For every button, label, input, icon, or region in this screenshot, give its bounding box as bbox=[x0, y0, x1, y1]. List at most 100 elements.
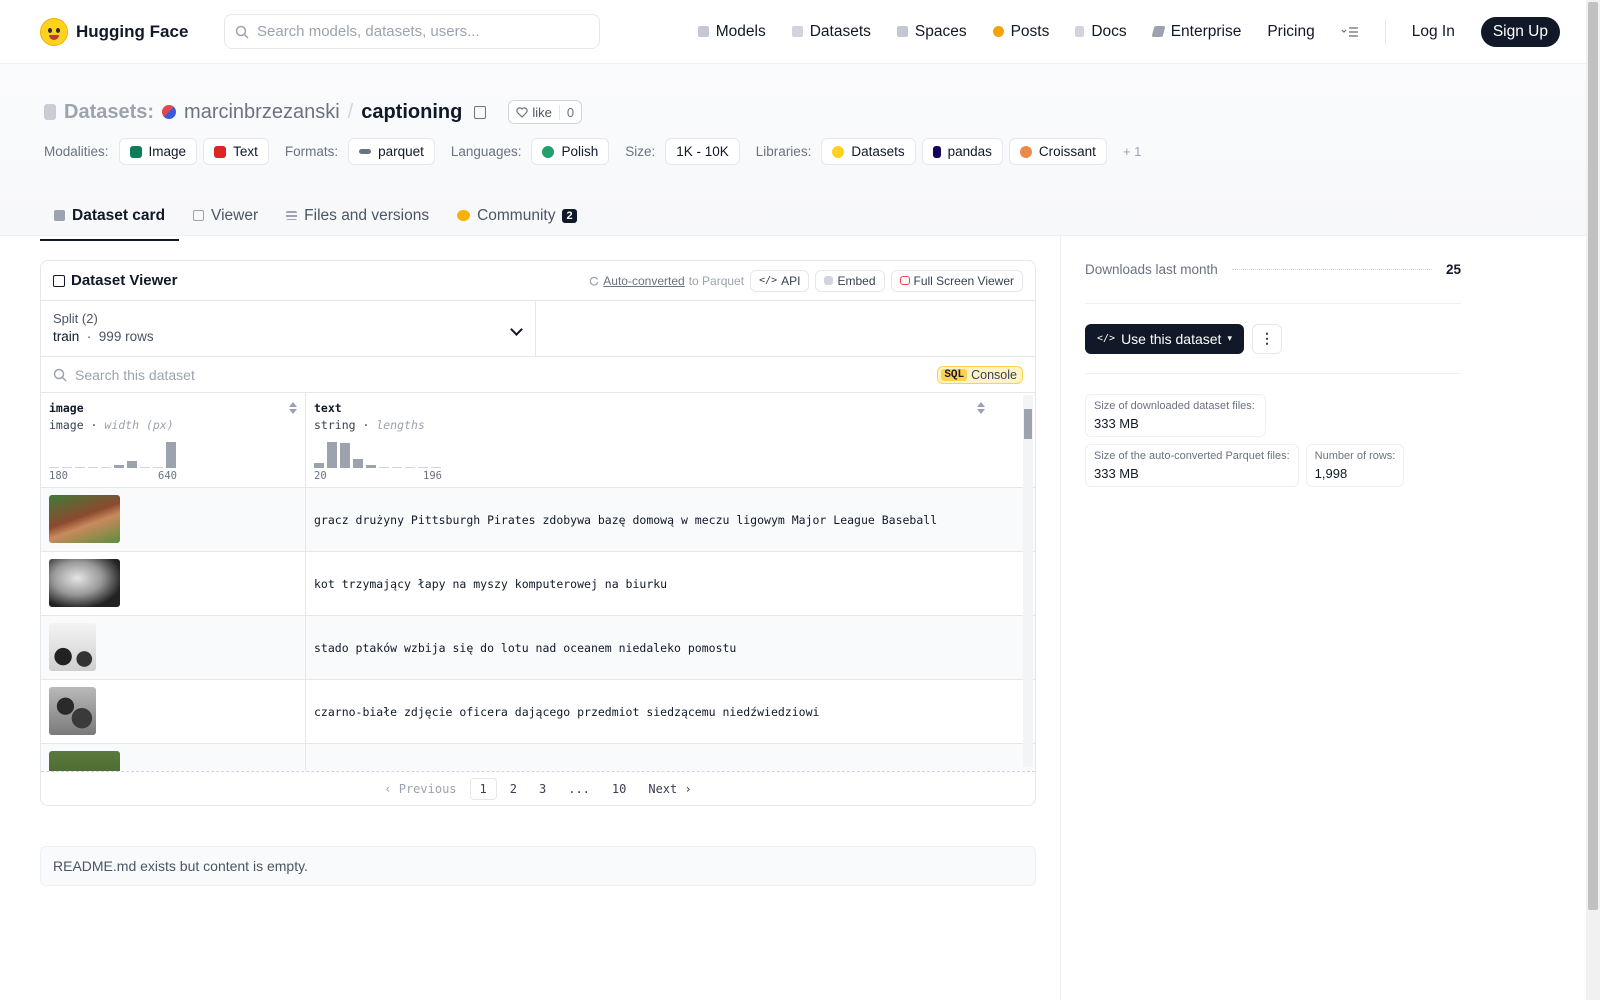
like-button[interactable]: like 0 bbox=[508, 100, 583, 124]
nav-models[interactable]: Models bbox=[697, 22, 766, 41]
histogram-bar[interactable] bbox=[418, 467, 428, 468]
table-row[interactable]: kot trzymający łapy na myszy komputerowe… bbox=[41, 552, 1035, 616]
tag-datasets-lib[interactable]: Datasets bbox=[821, 138, 916, 165]
histogram-bar[interactable] bbox=[366, 465, 376, 468]
downloaded-size-value: 333 MB bbox=[1094, 416, 1139, 431]
birds-thumbnail[interactable] bbox=[49, 623, 96, 671]
histogram-bar[interactable] bbox=[153, 467, 163, 468]
use-this-dataset-button[interactable]: </> Use this dataset ▾ bbox=[1085, 323, 1244, 354]
split-select[interactable]: Split (2) train · 999 rows bbox=[41, 301, 536, 356]
dataset-search-input[interactable] bbox=[75, 366, 895, 383]
use-dataset-row: </> Use this dataset ▾ ⋮ bbox=[1085, 304, 1461, 374]
page-scrollbar[interactable] bbox=[1586, 0, 1600, 1000]
text-cell: czarno-białe zdjęcie oficera dającego pr… bbox=[314, 704, 820, 719]
histogram-bar[interactable] bbox=[114, 465, 124, 468]
next-page-button[interactable]: Next › bbox=[639, 779, 700, 799]
tag-pandas[interactable]: pandas bbox=[921, 138, 1003, 165]
menu-button[interactable] bbox=[1341, 26, 1359, 38]
login-link[interactable]: Log In bbox=[1412, 23, 1455, 41]
histogram-bar[interactable] bbox=[353, 459, 363, 468]
page-ellipsis: ... bbox=[568, 781, 590, 796]
table-row[interactable]: gracz drużyny Pittsburgh Pirates zdobywa… bbox=[41, 488, 1035, 552]
embed-button[interactable]: Embed bbox=[815, 269, 885, 292]
nav-spaces[interactable]: Spaces bbox=[896, 23, 967, 41]
tag-polish[interactable]: Polish bbox=[531, 138, 610, 165]
repo-tabs: Dataset card Viewer Files and versions C… bbox=[40, 192, 1556, 241]
nav-pricing[interactable]: Pricing bbox=[1267, 23, 1314, 41]
tag-size[interactable]: 1K - 10K bbox=[665, 138, 740, 165]
previous-page-button[interactable]: ‹ Previous bbox=[375, 779, 465, 799]
nav-docs[interactable]: Docs bbox=[1075, 22, 1127, 41]
sql-console-button[interactable]: SQL Console bbox=[937, 365, 1023, 384]
histogram-bar[interactable] bbox=[49, 467, 59, 468]
nav-models-label: Models bbox=[715, 22, 766, 40]
dataset-stats: Size of downloaded dataset files: 333 MB… bbox=[1085, 374, 1461, 487]
histogram-bar[interactable] bbox=[101, 467, 111, 468]
table-row[interactable] bbox=[41, 744, 1035, 771]
nav-docs-label: Docs bbox=[1091, 22, 1127, 40]
sort-icon[interactable] bbox=[289, 402, 297, 414]
histogram-bar[interactable] bbox=[62, 467, 72, 468]
brand-link[interactable]: Hugging Face bbox=[40, 17, 208, 46]
histogram-bar[interactable] bbox=[379, 467, 389, 468]
nav-enterprise[interactable]: Enterprise bbox=[1151, 23, 1241, 41]
histogram-bar[interactable] bbox=[340, 443, 350, 468]
datasets-prefix-link[interactable]: Datasets: bbox=[64, 101, 154, 124]
histogram-bar[interactable] bbox=[140, 467, 150, 468]
cat-thumbnail[interactable] bbox=[49, 559, 120, 607]
histogram-bar[interactable] bbox=[405, 467, 415, 468]
auto-converted-link[interactable]: Auto-converted bbox=[603, 274, 684, 288]
histogram-bar[interactable] bbox=[127, 461, 137, 468]
full-screen-viewer-button[interactable]: Full Screen Viewer bbox=[890, 269, 1023, 292]
column-text-header[interactable]: text string · lengths 20 196 bbox=[306, 393, 999, 487]
tag-text[interactable]: Text bbox=[203, 138, 269, 165]
table-scrollbar[interactable] bbox=[1023, 395, 1033, 767]
histogram-bar[interactable] bbox=[166, 442, 176, 468]
histogram-bar[interactable] bbox=[314, 463, 324, 468]
nav-datasets[interactable]: Datasets bbox=[791, 23, 871, 41]
histogram-bar[interactable] bbox=[392, 467, 402, 468]
page-3-button[interactable]: 3 bbox=[530, 779, 555, 799]
histogram-bar[interactable] bbox=[75, 467, 85, 468]
tab-files[interactable]: Files and versions bbox=[272, 192, 443, 241]
tag-image[interactable]: Image bbox=[118, 138, 198, 165]
histogram-bar[interactable] bbox=[88, 467, 98, 468]
parquet-size-value: 333 MB bbox=[1094, 466, 1139, 481]
table-scroll-thumb[interactable] bbox=[1024, 409, 1032, 439]
tag-croissant[interactable]: Croissant bbox=[1008, 138, 1107, 165]
column-image-name: image bbox=[49, 401, 84, 415]
copy-icon[interactable] bbox=[474, 105, 487, 119]
tab-dataset-card[interactable]: Dataset card bbox=[40, 192, 180, 241]
dataset-search[interactable]: SQLConsole bbox=[41, 357, 1035, 393]
tag-parquet[interactable]: parquet bbox=[348, 138, 435, 165]
global-search-input[interactable] bbox=[257, 23, 577, 40]
baseball-thumbnail[interactable] bbox=[49, 495, 120, 543]
partial-thumbnail[interactable] bbox=[49, 751, 120, 771]
tag-image-label: Image bbox=[148, 144, 187, 159]
page-1-button[interactable]: 1 bbox=[469, 777, 497, 800]
dataset-name-link[interactable]: captioning bbox=[361, 101, 462, 124]
code-icon: </> bbox=[759, 275, 778, 286]
histogram-bar[interactable] bbox=[431, 467, 441, 468]
column-text-stat: lengths bbox=[376, 418, 425, 432]
api-button[interactable]: </> API bbox=[750, 269, 810, 292]
more-libraries-button[interactable]: + 1 bbox=[1123, 144, 1141, 159]
histogram-bar[interactable] bbox=[327, 442, 337, 468]
page-scroll-thumb[interactable] bbox=[1588, 2, 1598, 910]
owner-link[interactable]: marcinbrzezanski bbox=[184, 101, 340, 124]
tab-viewer[interactable]: Viewer bbox=[179, 192, 272, 241]
global-search[interactable] bbox=[224, 14, 600, 49]
sort-icon[interactable] bbox=[977, 402, 985, 414]
signup-button[interactable]: Sign Up bbox=[1480, 16, 1560, 47]
page-10-button[interactable]: 10 bbox=[603, 779, 635, 799]
more-options-button[interactable]: ⋮ bbox=[1251, 323, 1282, 354]
table-row[interactable]: czarno-białe zdjęcie oficera dającego pr… bbox=[41, 680, 1035, 744]
page-2-button[interactable]: 2 bbox=[501, 779, 526, 799]
tab-community[interactable]: Community 2 bbox=[443, 192, 591, 241]
officer-bear-thumbnail[interactable] bbox=[49, 687, 96, 735]
files-icon bbox=[286, 211, 298, 220]
table-row[interactable]: stado ptaków wzbija się do lotu nad ocea… bbox=[41, 616, 1035, 680]
column-image-header[interactable]: image image · width (px) 180 640 bbox=[41, 393, 306, 487]
embed-icon bbox=[824, 276, 834, 285]
nav-posts[interactable]: Posts bbox=[992, 23, 1049, 41]
